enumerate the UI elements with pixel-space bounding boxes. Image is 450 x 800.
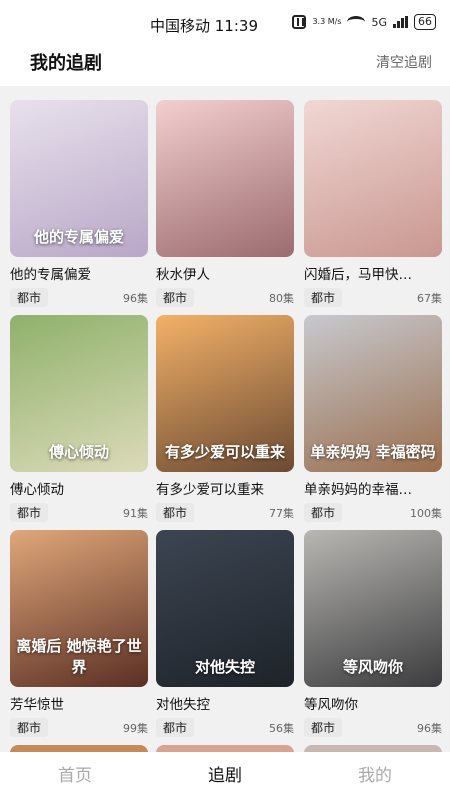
drama-title[interactable]: 对他失控 [156,693,294,713]
drama-title[interactable]: 闪婚后，马甲快… [304,263,442,283]
drama-poster[interactable]: 他的专属偏爱 [10,100,148,257]
drama-card[interactable]: 单亲妈妈 幸福密码 单亲妈妈的幸福… 都市 100集 [304,315,442,522]
drama-meta: 都市 96集 [304,718,442,737]
drama-title[interactable]: 傅心倾动 [10,478,148,498]
poster-title-text: 离婚后 她惊艳了世界 [16,637,142,676]
wifi-icon [347,16,366,28]
drama-meta: 都市 80集 [156,288,294,307]
nav-mine[interactable]: 我的 [300,752,450,800]
drama-title[interactable]: 秋水伊人 [156,263,294,283]
drama-meta: 都市 56集 [156,718,294,737]
poster-title-text: 对他失控 [194,658,255,676]
genre-tag: 都市 [156,503,195,522]
genre-tag: 都市 [304,718,343,737]
nav-dramas[interactable]: 追剧 [150,752,300,800]
drama-poster[interactable] [304,100,442,257]
drama-poster[interactable]: 对他失控 [156,530,294,687]
battery-icon: 66 [414,14,436,30]
poster-title-text: 傅心倾动 [48,443,109,461]
genre-tag: 都市 [156,718,195,737]
nav-home[interactable]: 首页 [0,752,150,800]
drama-card[interactable]: 他的专属偏爱 他的专属偏爱 都市 96集 [10,100,148,307]
drama-title[interactable]: 有多少爱可以重来 [156,478,294,498]
drama-meta: 都市 77集 [156,503,294,522]
drama-meta: 都市 91集 [10,503,148,522]
bottom-nav: 首页 追剧 我的 [0,752,450,800]
drama-card[interactable]: 对他失控 对他失控 都市 56集 [156,530,294,737]
drama-poster[interactable]: 傅心倾动 [10,315,148,472]
poster-title-text: 有多少爱可以重来 [164,443,285,461]
episode-count: 56集 [269,721,294,735]
genre-tag: 都市 [304,288,343,307]
drama-title[interactable]: 等风吻你 [304,693,442,713]
drama-card[interactable]: 等风吻你 等风吻你 都市 96集 [304,530,442,737]
drama-poster[interactable]: 有多少爱可以重来 [156,315,294,472]
drama-poster[interactable]: 离婚后 她惊艳了世界 [10,530,148,687]
poster-title-text: 等风吻你 [342,658,403,676]
page-title: 我的追剧 [30,53,102,74]
genre-tag: 都市 [10,288,49,307]
poster-title-text: 单亲妈妈 幸福密码 [310,443,436,461]
drama-title[interactable]: 芳华惊世 [10,693,148,713]
episode-count: 96集 [123,291,148,305]
drama-poster[interactable]: 等风吻你 [304,530,442,687]
genre-tag: 都市 [304,503,343,522]
drama-card[interactable]: 闪婚后，马甲快… 都市 67集 [304,100,442,307]
episode-count: 96集 [417,721,442,735]
drama-title[interactable]: 单亲妈妈的幸福… [304,478,442,498]
status-icons: 3.3 M/s 5G 66 [292,14,436,30]
drama-meta: 都市 99集 [10,718,148,737]
drama-card[interactable]: 傅心倾动 傅心倾动 都市 91集 [10,315,148,522]
header: 我的追剧 清空追剧 [0,44,450,86]
nfc-icon [292,15,307,29]
carrier-time: 中国移动 11:39 [150,17,258,35]
network-type: 5G [371,15,387,29]
drama-poster[interactable]: 单亲妈妈 幸福密码 [304,315,442,472]
drama-meta: 都市 67集 [304,288,442,307]
episode-count: 77集 [269,506,294,520]
clear-button[interactable]: 清空追剧 [376,52,432,72]
episode-count: 67集 [417,291,442,305]
signal-icon [393,16,408,28]
drama-poster[interactable] [156,100,294,257]
drama-card[interactable]: 有多少爱可以重来 有多少爱可以重来 都市 77集 [156,315,294,522]
drama-meta: 都市 96集 [10,288,148,307]
drama-title[interactable]: 他的专属偏爱 [10,263,148,283]
episode-count: 91集 [123,506,148,520]
episode-count: 100集 [410,506,442,520]
drama-card[interactable]: 离婚后 她惊艳了世界芳华惊世都市 99集 [10,530,148,737]
genre-tag: 都市 [156,288,195,307]
episode-count: 99集 [123,721,148,735]
genre-tag: 都市 [10,718,49,737]
episode-count: 80集 [269,291,294,305]
status-bar: 中国移动 11:39 3.3 M/s 5G 66 [0,0,450,44]
drama-card[interactable]: 秋水伊人都市 80集 [156,100,294,307]
drama-meta: 都市 100集 [304,503,442,522]
genre-tag: 都市 [10,503,49,522]
network-speed: 3.3 M/s [312,17,342,26]
poster-title-text: 他的专属偏爱 [33,228,124,246]
